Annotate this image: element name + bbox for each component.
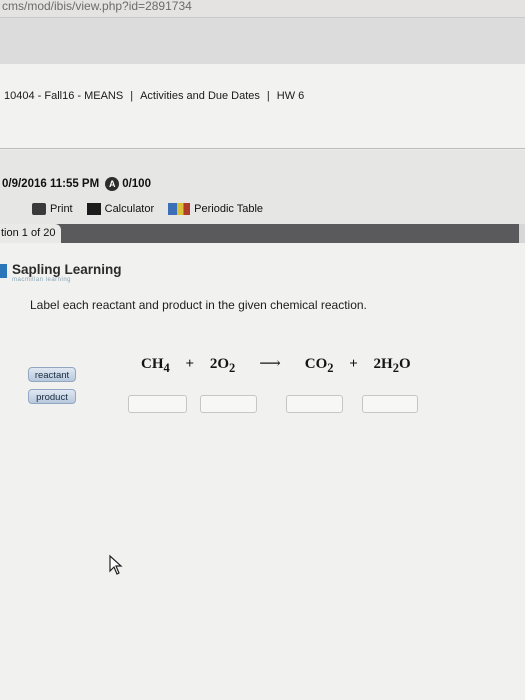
question-nav-bar [0,224,525,243]
print-button[interactable]: Print [32,203,73,215]
url-bar[interactable]: cms/mod/ibis/view.php?id=2891734 [0,0,525,18]
question-instruction: Label each reactant and product in the g… [30,298,367,312]
logo-tagline: macmillan learning [12,277,72,283]
print-label: Print [50,203,73,215]
sapling-logo-mark [0,264,7,278]
breadcrumb-course[interactable]: 10404 - Fall16 - MEANS [4,90,123,102]
reactant-label-chip[interactable]: reactant [28,367,76,382]
due-date: 0/9/2016 11:55 PM [2,178,100,190]
printer-icon [32,203,46,215]
calculator-button[interactable]: Calculator [86,203,155,215]
breadcrumb: 10404 - Fall16 - MEANS | Activities and Du… [0,64,525,149]
logo-name: Sapling Learning [12,262,122,277]
periodic-table-icon [168,203,191,215]
calculator-label: Calculator [104,203,155,215]
term-ch4: CH4 [141,356,170,375]
term-o2: 2O2 [209,356,236,375]
drop-target-ch4[interactable] [128,395,187,413]
chemical-equation: CH4 + 2O2 ⟶ CO2 + 2H2O [141,354,411,376]
due-date-row: 0/9/2016 11:55 PM A 0/100 [2,177,151,191]
plus-sign: + [349,356,358,372]
product-label-chip[interactable]: product [28,389,76,404]
page-header-band [0,18,525,65]
calculator-icon [86,203,101,215]
term-co2: CO2 [304,356,334,375]
reaction-arrow: ⟶ [259,356,281,372]
lock-icon: A [105,177,120,191]
question-tab[interactable]: tion 1 of 20 [0,224,62,243]
breadcrumb-separator: | [266,90,270,102]
breadcrumb-separator: | [130,90,134,102]
question-nav-bar-end [519,224,525,243]
term-h2o: 2H2O [373,356,411,375]
breadcrumb-assignment[interactable]: HW 6 [277,90,305,102]
breadcrumb-section[interactable]: Activities and Due Dates [140,90,260,102]
plus-sign: + [185,356,195,372]
drop-target-co2[interactable] [286,395,343,413]
cursor-icon [109,554,123,575]
periodic-table-label: Periodic Table [194,203,264,215]
drop-target-o2[interactable] [200,395,257,413]
drop-target-h2o[interactable] [362,395,418,413]
sapling-logo: Sapling Learning macmillan learning [0,262,122,283]
periodic-table-button[interactable]: Periodic Table [168,203,263,215]
toolbar: Print Calculator Periodic Table [32,203,263,215]
url-text: cms/mod/ibis/view.php?id=2891734 [2,0,192,13]
score: 0/100 [122,178,151,190]
